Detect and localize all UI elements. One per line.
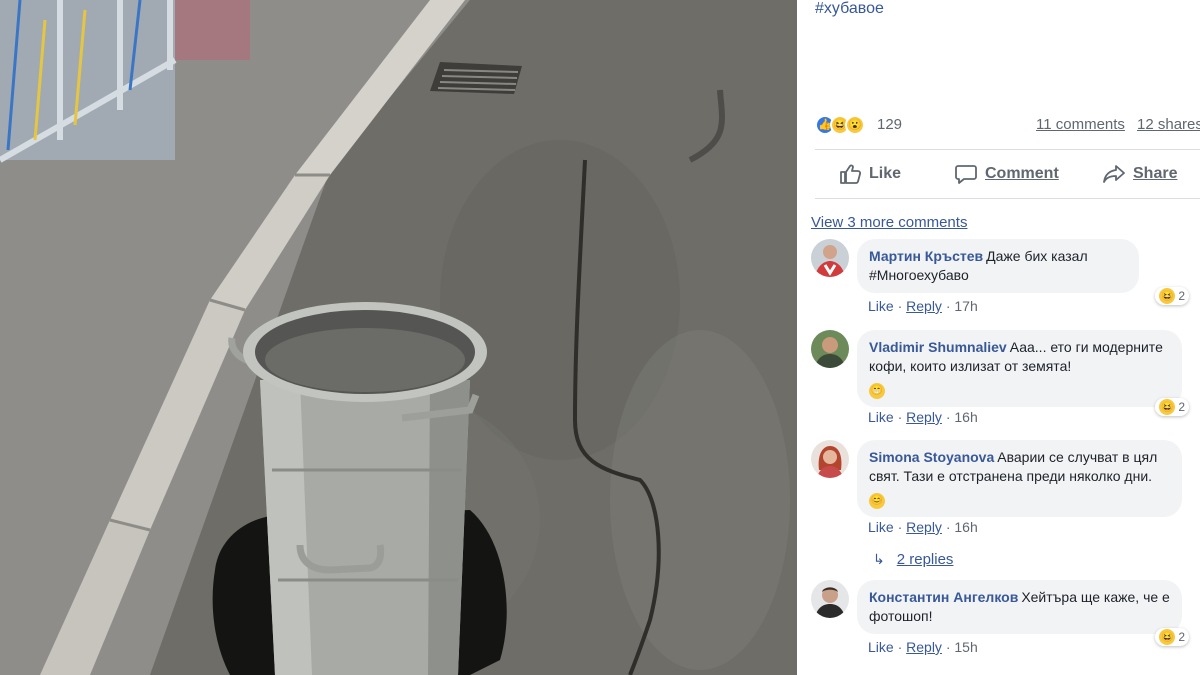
comment-bubble: Константин Ангелков Хейтъра ще каже, че е…	[857, 580, 1182, 634]
thumbs-up-icon	[840, 164, 861, 184]
avatar-image	[811, 330, 849, 368]
comment-reply-link[interactable]: Reply	[906, 639, 942, 655]
like-button[interactable]: Like	[839, 160, 901, 188]
post-hashtag-link[interactable]: #хубавое	[815, 0, 884, 18]
street-photo-illustration	[0, 0, 797, 675]
avatar-image	[811, 440, 849, 478]
comment-like-link[interactable]: Like	[868, 298, 894, 314]
comment-author-link[interactable]: Константин Ангелков	[869, 589, 1018, 605]
comment-meta: Like · Reply · 15h	[868, 639, 978, 655]
divider	[815, 149, 1200, 150]
comment-reply-link[interactable]: Reply	[906, 519, 942, 535]
comment-meta: Like · Reply · 17h	[868, 298, 978, 314]
comment-timestamp[interactable]: 16h	[954, 519, 977, 535]
comment-reaction-count: 2	[1178, 289, 1185, 303]
comment-meta: Like · Reply · 16h	[868, 519, 978, 535]
divider	[815, 198, 1200, 199]
comment-like-link[interactable]: Like	[868, 639, 894, 655]
haha-reaction-icon: 😆	[1159, 288, 1176, 304]
grin-emoji-icon: 😁	[869, 383, 885, 399]
comment-reaction-badge[interactable]: 😆 2	[1155, 628, 1189, 646]
view-more-comments-link[interactable]: View 3 more comments	[811, 214, 967, 231]
haha-reaction-icon: 😆	[1159, 629, 1176, 645]
comment-reaction-badge[interactable]: 😆 2	[1155, 287, 1189, 305]
comment-like-link[interactable]: Like	[868, 519, 894, 535]
like-button-label: Like	[869, 165, 902, 182]
comment-reaction-count: 2	[1178, 630, 1185, 644]
comment-reply-link[interactable]: Reply	[906, 298, 942, 314]
post-sidebar: #хубавое 👍 😆 😮 129 11 comments 12 shares…	[797, 0, 1200, 675]
reactions-summary: 👍 😆 😮 129 11 comments 12 shares	[815, 114, 1200, 138]
comment-timestamp[interactable]: 15h	[954, 639, 977, 655]
comment-author-link[interactable]: Vladimir Shumnaliev	[869, 339, 1007, 355]
avatar[interactable]	[811, 239, 849, 277]
comments-count-link[interactable]: 11 comments	[1036, 116, 1125, 133]
avatar[interactable]	[811, 330, 849, 368]
comment-bubble: Мартин Кръстев Даже бих казал #Многоехуба…	[857, 239, 1139, 293]
comment-button-label: Comment	[985, 165, 1059, 182]
comment-reaction-count: 2	[1178, 400, 1185, 414]
comment-item: Мартин Кръстев Даже бих казал #Многоехуба…	[811, 239, 1191, 319]
post-actions-bar: Like Comment Share	[815, 160, 1200, 190]
share-button-label: Share	[1133, 165, 1178, 182]
smile-emoji-icon: 😊	[869, 493, 885, 509]
avatar-image	[811, 239, 849, 277]
comment-timestamp[interactable]: 16h	[954, 409, 977, 425]
reply-arrow-icon: ↳	[873, 551, 885, 567]
comment-like-link[interactable]: Like	[868, 409, 894, 425]
haha-reaction-icon: 😆	[1159, 399, 1176, 415]
comment-reaction-badge[interactable]: 😆 2	[1155, 398, 1189, 416]
comment-item: Константин Ангелков Хейтъра ще каже, че е…	[811, 580, 1191, 670]
comment-meta: Like · Reply · 16h	[868, 409, 978, 425]
post-photo[interactable]	[0, 0, 797, 675]
comment-author-link[interactable]: Simona Stoyanova	[869, 449, 994, 465]
share-arrow-icon	[1103, 165, 1125, 183]
avatar-image	[811, 580, 849, 618]
comment-item: Simona Stoyanova Аварии се случват в цял …	[811, 440, 1191, 540]
avatar[interactable]	[811, 580, 849, 618]
avatar[interactable]	[811, 440, 849, 478]
comment-reply-link[interactable]: Reply	[906, 409, 942, 425]
comment-author-link[interactable]: Мартин Кръстев	[869, 248, 983, 264]
reaction-icons[interactable]: 👍 😆 😮	[815, 115, 865, 135]
comment-icon	[955, 165, 977, 184]
comment-timestamp[interactable]: 17h	[954, 298, 977, 314]
wow-reaction-icon: 😮	[845, 115, 865, 135]
share-button[interactable]: Share	[1103, 160, 1177, 188]
reaction-count[interactable]: 129	[877, 116, 902, 133]
shares-count-link[interactable]: 12 shares	[1137, 116, 1200, 133]
view-replies-link[interactable]: ↳ 2 replies	[873, 551, 953, 568]
comment-bubble: Simona Stoyanova Аварии се случват в цял …	[857, 440, 1182, 517]
comment-item: Vladimir Shumnaliev Ааа... ето ги модерни…	[811, 330, 1191, 430]
comment-bubble: Vladimir Shumnaliev Ааа... ето ги модерни…	[857, 330, 1182, 407]
replies-count-label: 2 replies	[896, 551, 954, 568]
